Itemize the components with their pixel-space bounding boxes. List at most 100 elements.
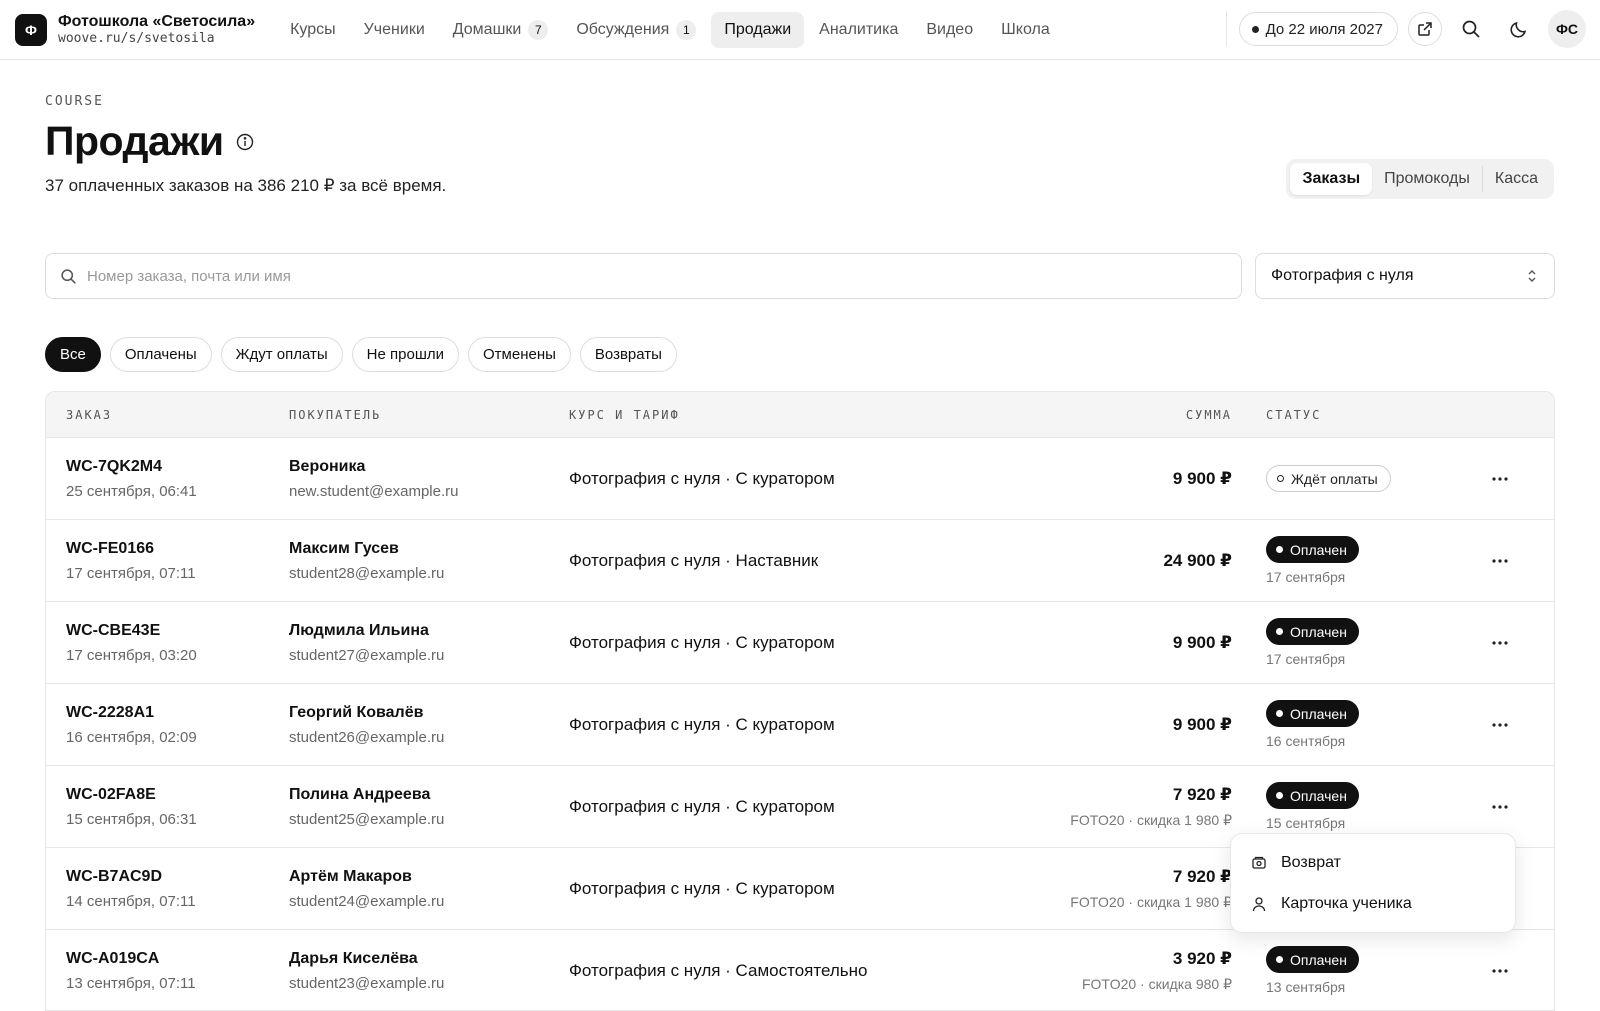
- filter-cancelled[interactable]: Отменены: [468, 337, 571, 372]
- order-sum: 3 920 ₽: [1172, 948, 1232, 968]
- more-button[interactable]: [1486, 547, 1514, 575]
- table-row[interactable]: WC-2228A1 16 сентября, 02:09 Георгий Ковал…: [46, 684, 1554, 766]
- school-url: woove.ru/s/svetosila: [58, 31, 215, 47]
- row-actions: [1486, 465, 1514, 493]
- order-id[interactable]: WC-FE0166: [66, 540, 196, 558]
- main-nav: Курсы Ученики Домашки 7 Обсуждения 1 Прода…: [277, 11, 1063, 49]
- tab-orders[interactable]: Заказы: [1290, 163, 1373, 195]
- buyer-name[interactable]: Артём Макаров: [289, 868, 444, 886]
- course-tariff: Фотография с нуля · Наставник: [569, 550, 819, 570]
- table-row[interactable]: WC-7QK2M4 25 сентября, 06:41 Вероника new.s…: [46, 438, 1554, 520]
- more-button[interactable]: [1486, 711, 1514, 739]
- nav-item-homework[interactable]: Домашки 7: [440, 11, 562, 49]
- nav-badge: 7: [528, 19, 549, 40]
- tab-promocodes[interactable]: Промокоды: [1372, 163, 1482, 195]
- order-id[interactable]: WC-2228A1: [66, 704, 197, 722]
- more-button[interactable]: [1486, 793, 1514, 821]
- search-icon: [1462, 20, 1480, 38]
- order-id[interactable]: WC-CBE43E: [66, 622, 197, 640]
- table-row[interactable]: WC-CBE43E 17 сентября, 03:20 Людмила Ильин…: [46, 602, 1554, 684]
- more-icon: [1492, 558, 1508, 563]
- search-box[interactable]: [45, 253, 1242, 299]
- buyer-cell: Полина Андреева student25@example.ru: [289, 786, 444, 828]
- more-icon: [1492, 722, 1508, 727]
- more-button[interactable]: [1486, 629, 1514, 657]
- buyer-name[interactable]: Максим Гусев: [289, 540, 444, 558]
- promo-note: FOTO20 · скидка 980 ₽: [1081, 975, 1232, 992]
- order-date: 25 сентября, 06:41: [66, 482, 197, 500]
- more-button[interactable]: [1486, 957, 1514, 985]
- search-input[interactable]: [87, 267, 1187, 285]
- course-tariff: Фотография с нуля · С куратором: [569, 714, 835, 734]
- filter-refunds[interactable]: Возвраты: [579, 337, 677, 372]
- sales-tabs: Заказы Промокоды Касса: [1286, 159, 1554, 199]
- plan-badge[interactable]: До 22 июля 2027: [1238, 12, 1398, 46]
- status-dot: [1276, 628, 1283, 635]
- row-action-menu: Возврат Карточка ученика: [1230, 833, 1516, 933]
- info-icon[interactable]: [236, 133, 254, 156]
- status-cell: Ждёт оплаты: [1266, 465, 1391, 492]
- nav-label: Продажи: [724, 20, 792, 38]
- more-button[interactable]: [1486, 465, 1514, 493]
- status-label: Оплачен: [1290, 951, 1347, 968]
- filter-paid[interactable]: Оплачены: [109, 337, 212, 372]
- order-id[interactable]: WC-B7AC9D: [66, 868, 196, 886]
- nav-label: Обсуждения: [576, 20, 670, 38]
- order-id[interactable]: WC-7QK2M4: [66, 458, 197, 476]
- status-date: 13 сентября: [1266, 979, 1346, 995]
- filter-failed[interactable]: Не прошли: [351, 337, 459, 372]
- promo-note: FOTO20 · скидка 1 980 ₽: [1070, 893, 1232, 910]
- buyer-name[interactable]: Вероника: [289, 458, 459, 476]
- row-actions: [1486, 711, 1514, 739]
- table-row[interactable]: WC-A019CA 13 сентября, 07:11 Дарья Киселёв…: [46, 930, 1554, 1010]
- order-sum: 7 920 ₽: [1172, 866, 1232, 886]
- status-dot: [1276, 546, 1283, 553]
- buyer-cell: Людмила Ильина student27@example.ru: [289, 622, 444, 664]
- buyer-name[interactable]: Дарья Киселёва: [289, 950, 444, 968]
- col-header-order: ЗАКАЗ: [66, 407, 113, 422]
- tab-cashdesk[interactable]: Касса: [1483, 163, 1550, 195]
- menu-item-student-card[interactable]: Карточка ученика: [1231, 883, 1515, 924]
- nav-item-courses[interactable]: Курсы: [277, 12, 349, 48]
- logo-letter: Ф: [25, 21, 37, 38]
- buyer-name[interactable]: Георгий Ковалёв: [289, 704, 444, 722]
- sum-cell: 7 920 ₽ FOTO20 · скидка 1 980 ₽: [1070, 785, 1232, 829]
- sum-cell: 3 920 ₽ FOTO20 · скидка 980 ₽: [1082, 949, 1232, 993]
- nav-item-discussions[interactable]: Обсуждения 1: [563, 11, 709, 49]
- title-row: Продажи: [45, 118, 254, 165]
- nav-item-sales[interactable]: Продажи: [711, 11, 805, 48]
- order-date: 16 сентября, 02:09: [66, 728, 197, 746]
- page-eyebrow: COURSE: [45, 94, 104, 109]
- status-cell: Оплачен 17 сентября: [1266, 536, 1359, 585]
- open-site-button[interactable]: [1408, 12, 1442, 46]
- status-dot: [1276, 710, 1283, 717]
- nav-item-school[interactable]: Школа: [988, 12, 1063, 48]
- table-row[interactable]: WC-FE0166 17 сентября, 07:11 Максим Гусев s…: [46, 520, 1554, 602]
- school-brand[interactable]: Фотошкола «Светосила» woove.ru/s/svetosi…: [58, 12, 255, 47]
- order-id[interactable]: WC-02FA8E: [66, 786, 197, 804]
- order-sum: 7 920 ₽: [1172, 784, 1232, 804]
- nav-item-video[interactable]: Видео: [913, 12, 986, 48]
- menu-item-refund[interactable]: Возврат: [1231, 842, 1515, 883]
- search-button[interactable]: [1452, 10, 1490, 48]
- more-icon: [1492, 968, 1508, 973]
- user-avatar[interactable]: ФС: [1548, 10, 1586, 48]
- course-tariff: Фотография с нуля · С куратором: [569, 878, 835, 898]
- filter-pending[interactable]: Ждут оплаты: [220, 337, 343, 372]
- course-select[interactable]: Фотография с нуля: [1255, 253, 1555, 299]
- status-cell: Оплачен 16 сентября: [1266, 700, 1359, 749]
- buyer-name[interactable]: Полина Андреева: [289, 786, 444, 804]
- order-id[interactable]: WC-A019CA: [66, 950, 196, 968]
- theme-toggle-button[interactable]: [1500, 10, 1538, 48]
- nav-item-students[interactable]: Ученики: [351, 12, 438, 48]
- more-icon: [1492, 804, 1508, 809]
- status-badge: Оплачен: [1266, 618, 1359, 645]
- nav-label: Аналитика: [819, 20, 899, 38]
- nav-item-analytics[interactable]: Аналитика: [806, 12, 911, 48]
- sum-cell: 9 900 ₽: [1173, 469, 1232, 489]
- buyer-name[interactable]: Людмила Ильина: [289, 622, 444, 640]
- school-logo[interactable]: Ф: [15, 13, 47, 46]
- filter-all[interactable]: Все: [45, 337, 101, 372]
- nav-label: Школа: [1001, 20, 1050, 38]
- status-dot: [1277, 475, 1284, 482]
